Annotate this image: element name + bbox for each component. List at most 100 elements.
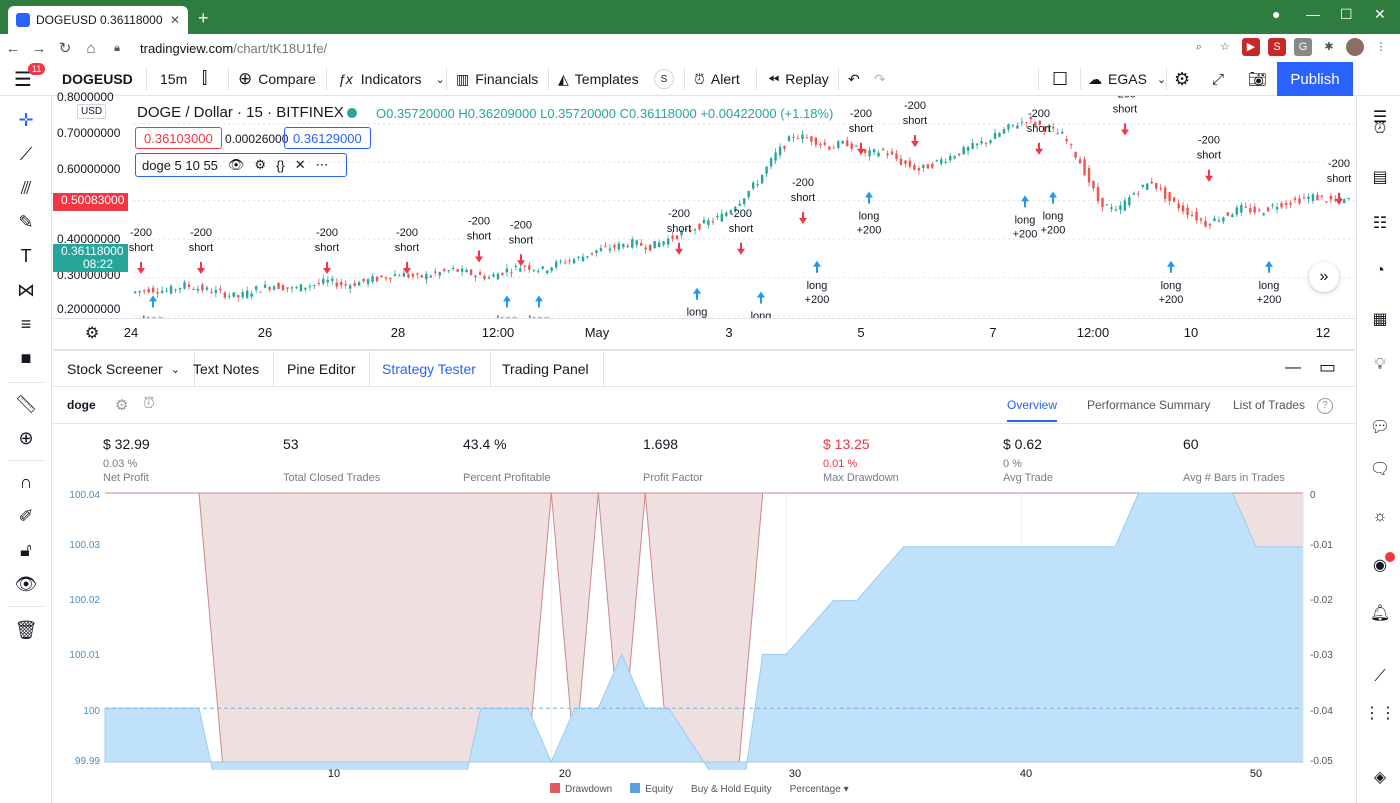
dom-icon[interactable]: ⟋ xyxy=(1367,664,1393,690)
publish-button[interactable]: Publish xyxy=(1277,62,1353,96)
strategy-name[interactable]: doge xyxy=(67,398,96,412)
order-panel-icon[interactable]: ⋮⋮ xyxy=(1364,700,1396,726)
tab-strategy-tester[interactable]: Strategy Tester xyxy=(368,351,491,387)
prediction-icon[interactable]: ≡ xyxy=(12,312,40,336)
forward-icon[interactable]: → xyxy=(26,40,52,57)
pattern-icon[interactable]: ⋈ xyxy=(12,278,40,302)
zoom-icon[interactable]: ⌕ xyxy=(1190,38,1208,56)
settings-gear-icon[interactable]: ⚙ xyxy=(1174,62,1190,96)
maximize-panel-icon[interactable]: ▭ xyxy=(1319,357,1336,378)
undo-icon[interactable]: ↶ xyxy=(848,62,860,96)
strategy-alert-icon[interactable]: ⏰︎ xyxy=(143,395,155,412)
fullscreen-icon[interactable]: ⤢ xyxy=(1212,62,1224,96)
ruler-icon[interactable]: 📏︎ xyxy=(12,392,40,416)
back-icon[interactable]: ← xyxy=(0,40,26,57)
extension-red-icon[interactable]: ▶ xyxy=(1242,38,1260,56)
equity-chart[interactable] xyxy=(53,480,1355,770)
magnet-icon[interactable]: ∩ xyxy=(12,470,40,494)
reload-icon[interactable]: ↻ xyxy=(52,39,78,57)
financials-button[interactable]: ▥ Financials xyxy=(456,62,538,96)
shape-square-icon[interactable]: ■ xyxy=(12,346,40,370)
idea-stream-icon[interactable]: ☼ xyxy=(1367,504,1393,530)
short-arrow-icon xyxy=(323,262,331,274)
indicator-eye-icon[interactable]: 👁︎ xyxy=(228,157,245,173)
templates-button[interactable]: ◭ Templates xyxy=(558,62,639,96)
template-s-icon[interactable]: S xyxy=(654,69,674,89)
axis-settings-gear-icon[interactable]: ⚙ xyxy=(85,323,99,343)
replay-button[interactable]: ⏪︎ Replay xyxy=(768,62,829,96)
tab-stock-screener[interactable]: Stock Screener ⌄ xyxy=(53,351,195,387)
close-window-icon[interactable]: ✕ xyxy=(1374,6,1386,23)
fib-icon[interactable]: ⫻ xyxy=(12,176,40,200)
strategy-settings-icon[interactable]: ⚙ xyxy=(115,396,128,414)
indicator-more-icon[interactable]: ⋯ xyxy=(316,157,329,173)
extension-s-icon[interactable]: S xyxy=(1268,38,1286,56)
close-tab-icon[interactable]: ✕ xyxy=(170,13,180,27)
url-field[interactable]: tradingview.com/chart/tK18U1fe/ xyxy=(140,41,327,56)
interval-button[interactable]: 15m xyxy=(160,62,187,96)
calendar-icon[interactable]: ▦ xyxy=(1367,306,1393,332)
extension-g-icon[interactable]: G xyxy=(1294,38,1312,56)
ideas-bulb-icon[interactable]: 💡︎ xyxy=(1367,352,1393,378)
brush-icon[interactable]: ✎ xyxy=(12,210,40,234)
private-chat-icon[interactable]: 🗨︎ xyxy=(1367,456,1393,482)
profile-avatar[interactable] xyxy=(1346,38,1364,56)
overview-tab[interactable]: Overview xyxy=(1007,398,1058,422)
crosshair-icon[interactable]: ✛ xyxy=(12,108,40,132)
extensions-puzzle-icon[interactable]: ✱ xyxy=(1320,38,1338,56)
text-icon[interactable]: T xyxy=(12,244,40,268)
maximize-window-icon[interactable]: ☐ xyxy=(1340,6,1353,23)
camera-icon[interactable]: 📷︎ xyxy=(1248,62,1267,96)
browser-tab[interactable]: DOGEUSD 0.36118000 ▲ +17.74 ✕ xyxy=(8,6,188,34)
sell-price-box[interactable]: 0.36103000 xyxy=(135,127,222,149)
indicator-remove-icon[interactable]: ✕ xyxy=(295,157,306,173)
zoom-in-icon[interactable]: ⊕ xyxy=(12,426,40,450)
data-window-icon[interactable]: ▤ xyxy=(1367,164,1393,190)
list-of-trades-tab[interactable]: List of Trades xyxy=(1233,398,1305,412)
minimize-window-icon[interactable]: — xyxy=(1306,6,1320,22)
trendline-icon[interactable]: ⟋ xyxy=(12,142,40,166)
news-icon[interactable]: ☷ xyxy=(1367,210,1393,236)
home-icon[interactable]: ⌂ xyxy=(78,40,104,57)
new-tab-icon[interactable]: + xyxy=(198,8,209,29)
layout-square-icon[interactable]: ☐ xyxy=(1052,62,1068,96)
layout-menu[interactable]: ☁ EGAS ⌄ xyxy=(1088,62,1166,96)
alerts-clock-icon[interactable]: ⏰︎ xyxy=(1367,116,1393,142)
lock-drawing-icon[interactable]: ✐ xyxy=(12,504,40,528)
trash-icon[interactable]: 🗑︎ xyxy=(12,618,40,642)
candles-icon[interactable]: ⫿ xyxy=(202,62,207,96)
percentage-dropdown[interactable]: Percentage ▾ xyxy=(790,784,849,795)
candle-body xyxy=(1343,199,1346,204)
redo-icon[interactable]: ↷ xyxy=(874,62,886,96)
indicator-settings-icon[interactable]: ⚙ xyxy=(254,157,266,173)
legend-equity[interactable]: Equity xyxy=(630,783,673,795)
profile-dot-icon[interactable]: ● xyxy=(1272,6,1280,22)
candle-body xyxy=(568,260,571,262)
scroll-right-icon[interactable]: » xyxy=(1309,262,1339,292)
legend-drawdown[interactable]: Drawdown xyxy=(550,783,612,795)
tab-pine-editor[interactable]: Pine Editor xyxy=(273,351,371,387)
unlock-icon[interactable]: 🔓︎ xyxy=(12,538,40,562)
indicators-button[interactable]: ƒx Indicators ⌄ xyxy=(338,62,445,96)
tab-trading-panel[interactable]: Trading Panel xyxy=(488,351,604,387)
compare-button[interactable]: ⊕ Compare xyxy=(238,62,316,96)
buy-price-box[interactable]: 0.36129000 xyxy=(284,127,371,149)
browser-menu-icon[interactable]: ⋮ xyxy=(1372,38,1390,56)
minimize-panel-icon[interactable]: — xyxy=(1285,359,1301,377)
alert-button[interactable]: ⏰︎ Alert xyxy=(694,62,740,96)
chat-icon[interactable]: 💬︎ xyxy=(1367,414,1393,440)
price-plot[interactable]: -200 short -200 short -200 short -200 short -200… xyxy=(53,96,1355,318)
bookmark-star-icon[interactable]: ☆ xyxy=(1216,38,1234,56)
indicator-source-icon[interactable]: {} xyxy=(276,158,285,173)
hotlist-icon[interactable]: ◔ xyxy=(1367,258,1393,284)
candle-body xyxy=(895,153,898,160)
layers-icon[interactable]: ◈ xyxy=(1367,764,1393,790)
eye-icon[interactable]: 👁︎ xyxy=(12,572,40,596)
legend-buy-hold[interactable]: Buy & Hold Equity xyxy=(691,784,772,795)
notifications-bell-icon[interactable]: 🔔︎ xyxy=(1367,600,1393,626)
performance-summary-tab[interactable]: Performance Summary xyxy=(1087,398,1210,412)
short-qty-label: -200 xyxy=(1028,108,1050,120)
tab-text-notes[interactable]: Text Notes xyxy=(179,351,275,387)
price-chart[interactable]: -200 short -200 short -200 short -200 short -200… xyxy=(53,90,1355,346)
help-icon[interactable]: ? xyxy=(1317,398,1333,414)
